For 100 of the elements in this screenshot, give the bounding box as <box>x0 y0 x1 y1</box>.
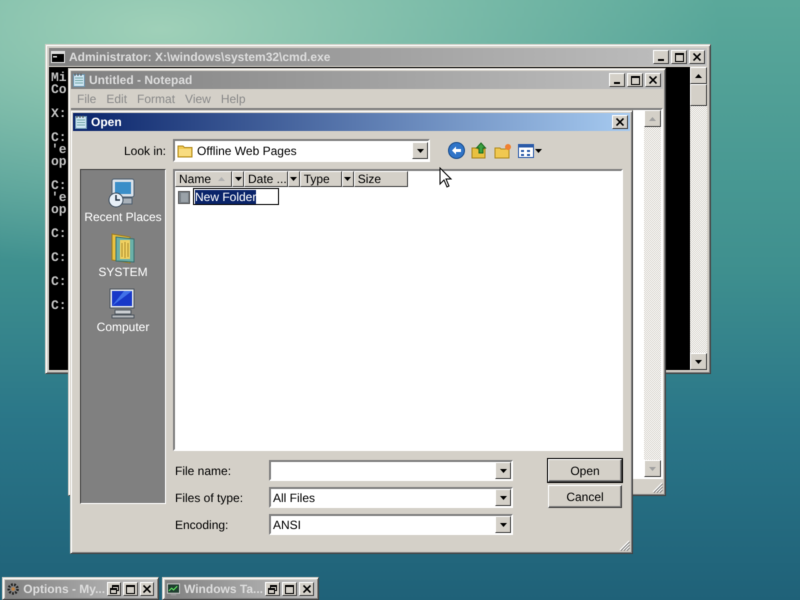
window-title: Options - My... <box>23 582 106 596</box>
rename-field[interactable]: New Folder <box>193 188 280 205</box>
close-button[interactable] <box>140 582 154 596</box>
up-arrow-icon <box>649 116 656 120</box>
console-text: C: <box>51 300 67 312</box>
close-icon <box>302 585 311 593</box>
column-header[interactable]: Name <box>175 171 232 187</box>
field-label: Encoding: <box>174 518 230 532</box>
window-title: Untitled - Notepad <box>89 73 194 87</box>
caret-icon <box>500 522 506 526</box>
caret-icon <box>234 177 242 181</box>
down-arrow-icon <box>649 466 656 470</box>
scrollbar-thumb[interactable] <box>690 84 707 106</box>
dropdown-button[interactable] <box>412 142 428 159</box>
column-header[interactable]: Date ... <box>244 171 288 187</box>
field-label: File name: <box>174 464 232 478</box>
open-button[interactable]: Open <box>548 459 622 482</box>
back-icon <box>448 142 465 159</box>
view-grid-icon <box>518 144 534 158</box>
encoding-field[interactable]: ANSI <box>269 514 513 535</box>
up-arrow-icon <box>695 74 702 78</box>
dropdown-button[interactable] <box>495 489 511 506</box>
look-in-label: Look in: <box>122 144 166 158</box>
restore-button[interactable] <box>107 582 122 596</box>
view-menu-button[interactable] <box>518 144 542 158</box>
window-title: Administrator: X:\windows\system32\cmd.exe <box>69 50 332 64</box>
maximize-icon <box>126 584 136 594</box>
maximize-icon <box>285 584 294 594</box>
close-icon <box>616 118 624 126</box>
notepad-icon <box>73 73 85 87</box>
file-type-field[interactable]: All Files <box>269 487 513 508</box>
maximize-button[interactable] <box>282 582 298 596</box>
column-dropdown-button[interactable] <box>288 171 300 187</box>
look-in-field[interactable]: Offline Web Pages <box>173 139 430 162</box>
places-item[interactable]: SYSTEM <box>98 229 148 281</box>
close-icon <box>693 53 701 61</box>
down-arrow-icon <box>695 360 702 364</box>
file-name-field[interactable] <box>269 460 513 481</box>
console-text: C: <box>51 228 67 240</box>
scroll-up-button[interactable] <box>644 110 661 127</box>
console-text: Co <box>51 84 67 96</box>
window-title: Open <box>91 115 123 129</box>
column-header[interactable]: Size <box>354 171 408 187</box>
console-icon <box>51 51 65 63</box>
close-icon <box>142 585 151 593</box>
close-button[interactable] <box>612 115 628 129</box>
window-title: Windows Ta... <box>184 582 264 596</box>
column-header[interactable]: Type <box>300 171 342 187</box>
places-item[interactable]: Recent Places <box>84 174 162 226</box>
dropdown-button[interactable] <box>495 516 511 533</box>
caret-icon <box>500 468 506 472</box>
resize-grip-icon <box>619 540 630 551</box>
column-dropdown-button[interactable] <box>232 171 244 187</box>
up-one-level-button[interactable] <box>471 142 488 159</box>
maximize-button[interactable] <box>627 73 643 87</box>
back-button[interactable] <box>448 142 465 159</box>
new-folder-icon <box>494 142 512 158</box>
caret-icon <box>344 177 352 181</box>
minimize-button[interactable] <box>653 50 669 64</box>
maximize-icon <box>674 52 684 62</box>
folder-icon <box>177 144 193 158</box>
close-button[interactable] <box>645 73 661 87</box>
console-text: C: <box>51 180 67 192</box>
console-text: 'e <box>51 144 67 156</box>
column-dropdown-button[interactable] <box>342 171 354 187</box>
console-text: X: <box>51 108 67 120</box>
console-text: op <box>51 204 67 216</box>
up-folder-icon <box>471 142 488 159</box>
scroll-up-button[interactable] <box>690 67 707 84</box>
sort-arrow-icon <box>218 177 225 181</box>
resize-grip-icon <box>652 482 663 493</box>
caret-icon <box>416 148 424 152</box>
restore-button[interactable] <box>265 582 280 596</box>
console-text: C: <box>51 132 67 144</box>
field-label: Files of type: <box>174 490 244 504</box>
places-item[interactable]: Computer <box>96 284 150 336</box>
close-icon <box>649 76 657 84</box>
close-button[interactable] <box>689 50 705 64</box>
console-text: Mi <box>51 72 67 84</box>
gear-icon <box>7 582 20 596</box>
maximize-icon <box>630 76 640 84</box>
console-text: 'e <box>51 192 67 204</box>
scroll-down-button[interactable] <box>690 353 707 370</box>
restore-icon <box>268 584 278 594</box>
console-text: C: <box>51 252 67 264</box>
restore-icon <box>110 584 119 594</box>
console-text: C: <box>51 276 67 288</box>
maximize-button[interactable] <box>123 582 138 596</box>
cancel-button[interactable]: Cancel <box>548 485 622 508</box>
folder-icon <box>178 190 190 204</box>
scroll-down-button[interactable] <box>644 460 661 477</box>
caret-icon <box>535 148 542 152</box>
minimize-button[interactable] <box>609 73 625 87</box>
dropdown-button[interactable] <box>495 462 511 479</box>
monitor-icon <box>167 582 180 596</box>
notepad-icon <box>75 115 87 129</box>
maximize-button[interactable] <box>671 50 687 64</box>
console-text: op <box>51 156 67 168</box>
close-button[interactable] <box>299 582 314 596</box>
caret-icon <box>290 177 298 181</box>
